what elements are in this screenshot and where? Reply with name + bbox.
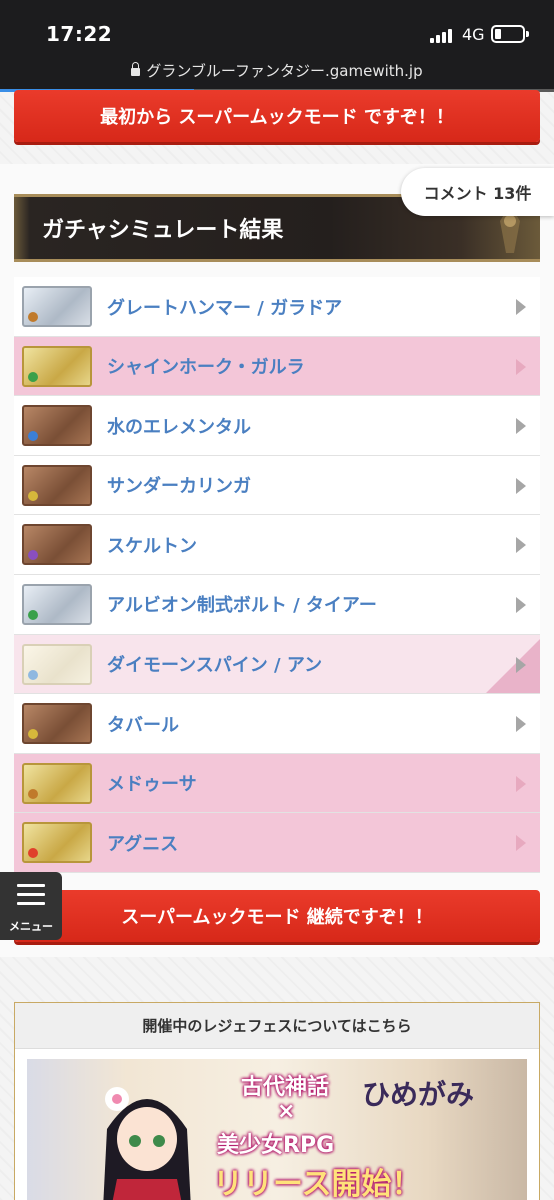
- legfes-title: 開催中のレジェフェスについてはこちら: [15, 1003, 539, 1049]
- item-thumbnail: [22, 643, 92, 685]
- result-name: グレートハンマー / ガラドア: [107, 297, 343, 319]
- element-orb-icon: [28, 788, 38, 799]
- result-name: サンダーカリンガ: [107, 476, 251, 498]
- element-orb-icon: [28, 669, 38, 680]
- browser-top-bar: 17:22 4G グランブルーファンタジー.gamewith.jp: [0, 0, 554, 92]
- result-name: アグニス: [107, 833, 179, 855]
- status-time: 17:22: [46, 22, 113, 46]
- result-name: ダイモーンスパイン / アン: [107, 655, 323, 677]
- chevron-right-icon: [516, 596, 526, 613]
- chevron-right-icon: [516, 775, 526, 792]
- banner-line-2: ×: [277, 1099, 296, 1124]
- result-name: スケルトン: [107, 535, 197, 557]
- continue-supermook-button[interactable]: スーパームックモード 継続ですぞ！！: [14, 890, 540, 942]
- chevron-right-icon: [516, 477, 526, 494]
- result-row[interactable]: グレートハンマー / ガラドア: [14, 277, 540, 337]
- item-thumbnail: [22, 405, 92, 447]
- item-thumbnail: [22, 464, 92, 506]
- result-name: シャインホーク・ガルラ: [107, 357, 305, 379]
- result-row[interactable]: アグニス: [14, 813, 540, 873]
- element-orb-icon: [28, 490, 38, 501]
- banner-line-3: 美少女RPG: [217, 1133, 335, 1158]
- address-bar[interactable]: グランブルーファンタジー.gamewith.jp: [0, 60, 554, 81]
- battery-icon: [491, 25, 529, 43]
- element-orb-icon: [28, 848, 38, 859]
- item-thumbnail: [22, 583, 92, 625]
- network-type: 4G: [462, 25, 485, 44]
- item-thumbnail: [22, 524, 92, 566]
- result-row[interactable]: スケルトン: [14, 515, 540, 575]
- item-thumbnail: [22, 762, 92, 804]
- result-row[interactable]: メドゥーサ: [14, 753, 540, 814]
- item-thumbnail: [22, 345, 92, 387]
- result-row[interactable]: 水のエレメンタル: [14, 396, 540, 456]
- element-orb-icon: [28, 550, 38, 561]
- result-row[interactable]: ダイモーンスパイン / アン: [14, 634, 540, 695]
- character-illustration-icon: [103, 1087, 191, 1200]
- gacha-result-list: グレートハンマー / ガラドア シャインホーク・ガルラ 水のエレメンタル サンダーカリ…: [14, 277, 540, 873]
- result-row[interactable]: シャインホーク・ガルラ: [14, 336, 540, 397]
- menu-button[interactable]: メニュー: [0, 872, 62, 940]
- ad-banner[interactable]: 古代神話 × 美少女RPG リリース開始！ ひめがみ: [27, 1059, 527, 1200]
- result-header-title: ガチャシミュレート結果: [42, 218, 284, 243]
- result-row[interactable]: タバール: [14, 694, 540, 754]
- element-orb-icon: [28, 312, 38, 322]
- comments-button[interactable]: コメント 13件: [401, 168, 554, 216]
- chevron-right-icon: [516, 418, 526, 435]
- restart-supermook-button[interactable]: 最初から スーパームックモード ですぞ！！: [14, 90, 540, 142]
- banner-logo: ひめがみ: [362, 1078, 475, 1111]
- menu-label: メニュー: [9, 920, 53, 933]
- result-name: メドゥーサ: [107, 774, 197, 796]
- element-orb-icon: [28, 609, 38, 620]
- item-thumbnail: [22, 703, 92, 745]
- chevron-right-icon: [516, 537, 526, 554]
- signal-icon: [430, 27, 454, 43]
- chevron-right-icon: [516, 835, 526, 852]
- legfes-section: 開催中のレジェフェスについてはこちら 古代神話 × 美少女RPG リリース開始！…: [14, 1002, 540, 1200]
- result-row[interactable]: サンダーカリンガ: [14, 455, 540, 516]
- result-name: アルビオン制式ボルト / タイアー: [107, 595, 377, 617]
- result-name: タバール: [107, 714, 179, 736]
- url-text: グランブルーファンタジー.gamewith.jp: [146, 62, 423, 80]
- lock-icon: [131, 62, 141, 76]
- element-orb-icon: [28, 431, 38, 442]
- banner-line-1: 古代神話: [241, 1075, 330, 1100]
- banner-line-4: リリース開始！: [213, 1167, 422, 1200]
- chevron-right-icon: [516, 358, 526, 375]
- element-orb-icon: [28, 729, 38, 740]
- chevron-right-icon: [516, 716, 526, 733]
- item-thumbnail: [22, 822, 92, 864]
- corner-ribbon: [486, 639, 540, 694]
- element-orb-icon: [28, 371, 38, 382]
- result-row[interactable]: アルビオン制式ボルト / タイアー: [14, 574, 540, 635]
- result-name: 水のエレメンタル: [107, 416, 251, 438]
- item-thumbnail: [22, 286, 92, 327]
- chevron-right-icon: [516, 299, 526, 315]
- chevron-right-icon: [516, 656, 526, 673]
- hamburger-icon: [17, 884, 45, 911]
